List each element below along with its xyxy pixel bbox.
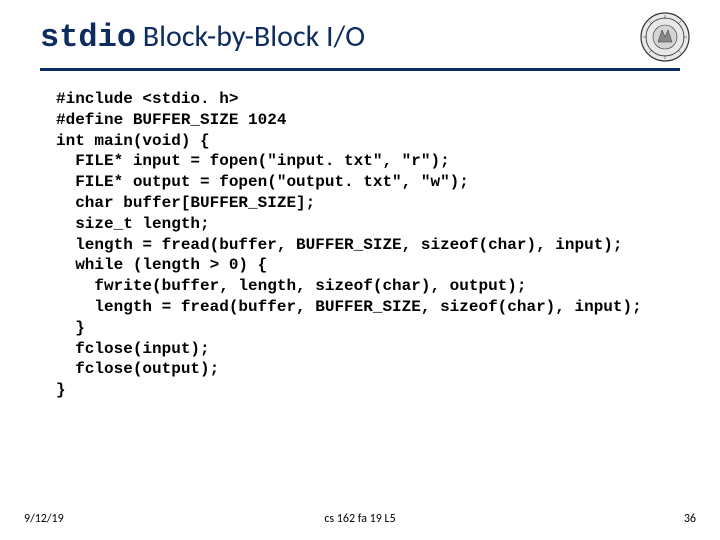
footer-date: 9/12/19 (24, 512, 64, 526)
university-seal-icon (640, 12, 690, 62)
slide: stdio Block-by-Block I/O (0, 0, 720, 540)
title-underline (40, 68, 680, 71)
title-rest: Block-by-Block I/O (136, 18, 365, 55)
footer-center: cs 162 fa 19 L5 (324, 512, 395, 526)
title-mono: stdio (40, 19, 136, 56)
code-block: #include <stdio. h> #define BUFFER_SIZE … (56, 89, 720, 401)
footer-page-number: 36 (684, 512, 696, 526)
title-row: stdio Block-by-Block I/O (0, 0, 720, 62)
slide-title: stdio Block-by-Block I/O (40, 18, 365, 56)
